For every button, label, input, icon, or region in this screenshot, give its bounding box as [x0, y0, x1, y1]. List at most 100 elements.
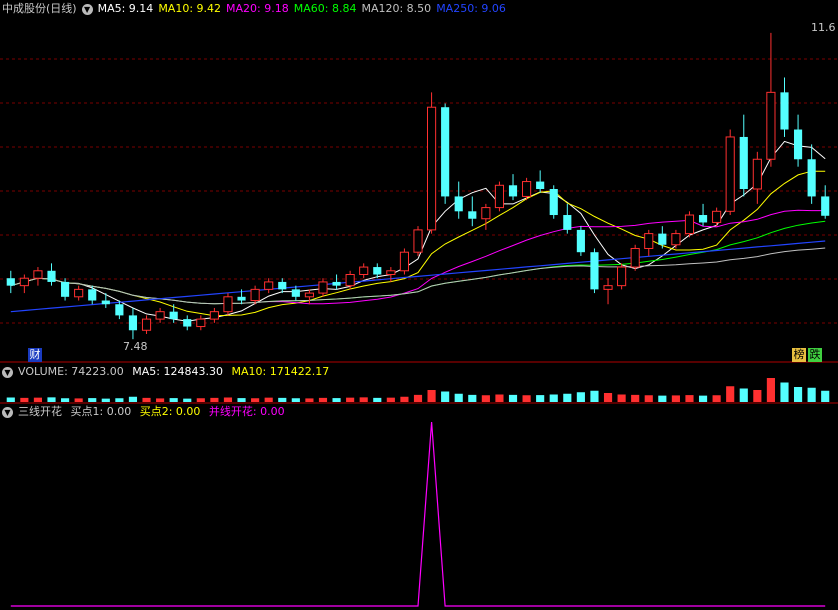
volume-bar	[712, 395, 721, 402]
volume-bar	[807, 387, 816, 402]
volume-bar	[427, 390, 436, 402]
chart-canvas	[0, 32, 838, 607]
candle-body	[141, 318, 152, 331]
volume-bar	[128, 396, 138, 402]
candle-body	[671, 233, 681, 246]
volume-bar	[305, 398, 314, 402]
candle-body	[291, 289, 300, 297]
candle-body	[793, 129, 803, 160]
candle-body	[386, 270, 396, 276]
candle-body	[630, 247, 640, 268]
volume-bar	[6, 397, 15, 402]
candle-body	[766, 91, 776, 160]
volume-ma5-value: 124843.30	[163, 365, 223, 378]
finance-badge[interactable]: 财	[28, 348, 42, 362]
volume-bar	[251, 398, 260, 402]
volume-bar	[590, 390, 599, 402]
candle-body	[712, 210, 722, 223]
candle-body	[74, 288, 84, 298]
candle-body	[427, 106, 437, 231]
volume-bar	[766, 378, 775, 402]
candle-body	[441, 107, 450, 197]
candle-body	[61, 281, 70, 297]
candle-body	[698, 215, 708, 223]
high-price-label: 11.6	[811, 21, 836, 34]
candle-body	[183, 319, 192, 327]
volume-bar	[101, 398, 110, 402]
volume-bar	[644, 395, 653, 402]
collapse-icon[interactable]: ▼	[81, 3, 93, 15]
volume-bar	[522, 395, 531, 402]
volume-bar	[47, 397, 56, 402]
candle-body	[250, 288, 260, 302]
candle-body	[169, 311, 178, 320]
volume-bar	[780, 382, 789, 402]
volume-bar	[698, 395, 708, 402]
low-price-label: 7.48	[123, 340, 148, 353]
candle-body	[304, 292, 314, 298]
candle-body	[359, 266, 369, 275]
volume-bar	[576, 392, 585, 402]
candle-body	[101, 300, 110, 305]
buy1-label: 买点1	[70, 405, 100, 418]
volume-bar	[291, 398, 300, 402]
indicator-title: 三线开花	[18, 405, 62, 418]
volume-bar	[169, 398, 178, 402]
volume-ma10-value: 171422.17	[269, 365, 330, 378]
volume-value: 74223.00	[71, 365, 124, 378]
candle-body	[725, 136, 735, 212]
volume-bar	[413, 394, 423, 402]
volume-bar	[346, 397, 355, 402]
volume-bar	[821, 390, 830, 402]
bingxian-label: 并线开花	[208, 405, 253, 418]
candle-body	[209, 311, 219, 320]
candle-body	[345, 274, 355, 287]
volume-bar	[210, 397, 219, 402]
ma-legend-ma20: MA20: 9.18	[226, 2, 289, 15]
volume-bar	[115, 398, 124, 402]
volume-bar	[237, 398, 246, 402]
volume-bar	[481, 395, 490, 402]
candle-body	[19, 277, 29, 287]
volume-bar	[631, 394, 640, 402]
candle-body	[549, 189, 558, 216]
volume-bar	[223, 397, 233, 402]
volume-bar	[74, 398, 83, 402]
volume-bar	[142, 397, 151, 402]
ma-legend-ma120: MA120: 8.50	[361, 2, 432, 15]
stock-title: 中成股份(日线)	[2, 2, 77, 15]
volume-bar	[671, 395, 680, 402]
candle-body	[196, 318, 206, 328]
volume-bar	[658, 395, 667, 402]
candle-body	[223, 296, 233, 313]
candle-body	[644, 233, 654, 249]
volume-bar	[88, 398, 97, 402]
collapse-icon[interactable]: ▼	[2, 406, 13, 418]
volume-bar	[386, 397, 395, 402]
volume-bar	[33, 397, 43, 402]
volume-bar	[617, 394, 626, 402]
indicator-panel-header: ▼ 三线开花 买点1: 0.00 买点2: 0.00 并线开花: 0.00	[2, 404, 290, 419]
candle-body	[684, 214, 695, 235]
volume-bar	[359, 397, 368, 402]
volume-bar	[739, 388, 748, 402]
candle-body	[33, 270, 43, 279]
ma-legend-ma60: MA60: 8.84	[293, 2, 357, 15]
candle-body	[413, 229, 423, 253]
volume-panel-header: ▼ VOLUME: 74223.00 MA5: 124843.30 MA10: 1…	[2, 364, 334, 379]
volume-bar	[508, 394, 518, 402]
volume-bar	[603, 393, 613, 402]
candle-body	[318, 281, 328, 294]
volume-bar	[495, 394, 504, 402]
candle-body	[6, 278, 15, 286]
candle-body	[47, 270, 56, 282]
candle-body	[508, 185, 518, 197]
volume-bar	[373, 397, 382, 402]
collapse-icon[interactable]: ▼	[2, 366, 13, 378]
volume-bar	[563, 393, 572, 402]
volume-bar	[549, 394, 558, 402]
ranking-badge[interactable]: 榜	[792, 348, 806, 362]
limit-down-badge[interactable]: 跌	[808, 348, 822, 362]
buy2-label: 买点2	[139, 405, 169, 418]
candle-body	[88, 289, 97, 301]
